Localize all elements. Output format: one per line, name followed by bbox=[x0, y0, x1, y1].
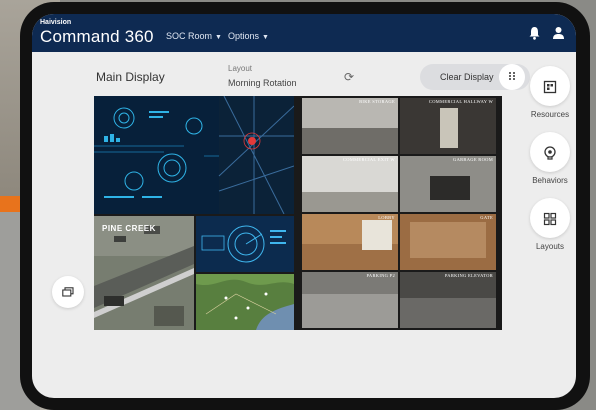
camera-feed[interactable]: PARKING P2 bbox=[302, 272, 398, 328]
brand-top-label: Haivision bbox=[40, 19, 72, 26]
camera-label: GARBAGE ROOM bbox=[453, 157, 493, 162]
menu-soc-room[interactable]: SOC Room ▼ bbox=[166, 31, 222, 41]
camera-label: PARKING P2 bbox=[366, 273, 395, 278]
behaviors-icon bbox=[544, 146, 556, 160]
menu-options[interactable]: Options ▼ bbox=[228, 31, 269, 41]
camera-feed[interactable]: LOBBY bbox=[302, 214, 398, 270]
map-location-label: PINE CREEK bbox=[102, 224, 156, 233]
regional-map-tile[interactable] bbox=[196, 274, 294, 330]
tablet-frame: Haivision Command 360 SOC Room ▼ Options ▼… bbox=[20, 2, 590, 410]
bell-icon[interactable] bbox=[528, 26, 542, 40]
page-title: Main Display bbox=[96, 70, 165, 84]
picture-in-picture-button[interactable] bbox=[52, 276, 84, 308]
camera-label: PARKING ELEVATOR bbox=[444, 273, 493, 278]
camera-feed[interactable]: BIKE STORAGE bbox=[302, 98, 398, 154]
resources-label: Resources bbox=[530, 110, 570, 119]
resources-icon bbox=[543, 81, 557, 94]
camera-feed[interactable]: PARKING ELEVATOR bbox=[400, 272, 496, 328]
refresh-icon[interactable]: ⟳ bbox=[344, 70, 354, 84]
camera-label: LOBBY bbox=[378, 215, 395, 220]
camera-feed[interactable]: COMMERCIAL EXIT W bbox=[302, 156, 398, 212]
camera-feed[interactable]: GARBAGE ROOM bbox=[400, 156, 496, 212]
camera-label: COMMERCIAL HALLWAY W bbox=[428, 99, 493, 104]
app-header: Haivision Command 360 SOC Room ▼ Options ▼ bbox=[32, 14, 576, 52]
camera-label: BIKE STORAGE bbox=[359, 99, 395, 104]
layout-value[interactable]: Morning Rotation bbox=[228, 78, 297, 88]
layout-label: Layout bbox=[228, 64, 253, 73]
dashboard-tile[interactable] bbox=[94, 96, 294, 214]
picture-in-picture-icon bbox=[62, 287, 74, 297]
resources-button[interactable] bbox=[530, 66, 570, 106]
tablet-screen: Haivision Command 360 SOC Room ▼ Options ▼… bbox=[32, 14, 576, 398]
behaviors-label: Behaviors bbox=[532, 176, 568, 185]
chevron-down-icon: ▼ bbox=[262, 34, 269, 41]
app-title: Command 360 bbox=[40, 27, 154, 46]
layouts-button[interactable] bbox=[530, 198, 570, 238]
camera-label: GATE bbox=[480, 215, 493, 220]
display-wall[interactable]: PINE CREEK BIKE STORAGE COMMERCIAL HALLW… bbox=[94, 96, 502, 330]
layouts-label: Layouts bbox=[535, 242, 565, 251]
camera-feed[interactable]: GATE bbox=[400, 214, 496, 270]
camera-feed[interactable]: COMMERCIAL HALLWAY W bbox=[400, 98, 496, 154]
radar-tile[interactable] bbox=[196, 216, 294, 272]
camera-label: COMMERCIAL EXIT W bbox=[342, 157, 395, 162]
aerial-map-tile[interactable]: PINE CREEK bbox=[94, 216, 194, 330]
dots-grid-icon[interactable] bbox=[499, 64, 525, 90]
layouts-icon bbox=[543, 213, 557, 226]
chevron-down-icon: ▼ bbox=[215, 34, 222, 41]
user-icon[interactable] bbox=[552, 26, 566, 40]
behaviors-button[interactable] bbox=[530, 132, 570, 172]
